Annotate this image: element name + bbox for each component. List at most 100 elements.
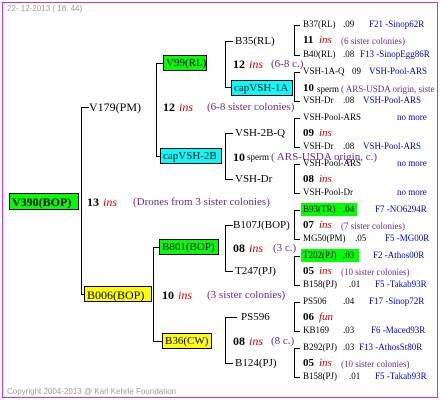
capvsh1a-desc: ( ARS-USDA origin, siste bbox=[341, 84, 435, 94]
b124-ins: ins bbox=[319, 357, 332, 369]
connector bbox=[294, 331, 300, 332]
root-name: V390(BOP) bbox=[12, 195, 72, 209]
b40-name[interactable]: B40(RL) bbox=[303, 50, 336, 59]
vshdr2-name[interactable]: VSH-Dr bbox=[303, 142, 334, 151]
b124-desc: (10 sister colonies) bbox=[341, 359, 410, 369]
connector bbox=[294, 25, 300, 26]
connector bbox=[225, 317, 226, 363]
connector bbox=[225, 225, 233, 226]
kb169-year: .03 bbox=[343, 325, 355, 335]
root-desc: (Drones from 3 sister colonies) bbox=[133, 196, 270, 208]
vshpool2-name[interactable]: VSH-Pool-ARS bbox=[303, 159, 361, 168]
vsh1aq-name[interactable]: VSH-1A-Q bbox=[303, 67, 345, 76]
g1a-year: 12 bbox=[163, 100, 175, 114]
b801-node[interactable]: B801(BOP) bbox=[159, 239, 219, 255]
ps596-ins: fun bbox=[319, 311, 334, 323]
connector bbox=[294, 348, 295, 377]
vshpool1-name[interactable]: VSH-Pool-ARS bbox=[303, 113, 361, 122]
t247-desc: (10 sister colonies) bbox=[341, 267, 410, 277]
b107j-ins: ins bbox=[319, 219, 332, 231]
connector bbox=[225, 41, 226, 87]
ps596-name[interactable]: PS596 bbox=[241, 312, 270, 323]
kb169-ref: F6 -Maced93R bbox=[371, 325, 426, 335]
t247-year: 05 bbox=[303, 265, 314, 277]
ps506-name[interactable]: PS506 bbox=[303, 297, 327, 306]
mg50-year: .05 bbox=[355, 233, 367, 243]
connector bbox=[294, 193, 300, 194]
vshpooldr-ref: no more bbox=[397, 187, 427, 197]
root-year: 13 bbox=[87, 195, 99, 209]
v99-node[interactable]: V99(RL) bbox=[163, 55, 207, 71]
header-timestamp: 22- 12-2013 ( 18: 44) bbox=[7, 4, 83, 13]
connector bbox=[81, 107, 82, 295]
t247-ins: ins bbox=[319, 265, 332, 277]
footer-copyright: Copyright 2004-2013 @ Karl Kehrle Founda… bbox=[7, 387, 177, 396]
b801-ins: ins bbox=[249, 241, 264, 255]
b158b-name[interactable]: B158(PJ) bbox=[303, 372, 337, 381]
b801-year: 08 bbox=[233, 241, 245, 255]
mg50-ref: F5 -MG00R bbox=[385, 233, 430, 243]
connector bbox=[225, 271, 233, 272]
b36-ins: ins bbox=[249, 334, 264, 348]
connector bbox=[294, 164, 295, 193]
connector bbox=[153, 341, 162, 342]
g1b-desc: (3 sister colonies) bbox=[207, 289, 286, 301]
vsh2bq-year: 09 bbox=[303, 127, 314, 139]
b292-year: .03 bbox=[343, 342, 355, 352]
vshdr1-name[interactable]: VSH-Dr bbox=[303, 96, 334, 105]
b158a-name[interactable]: B158(PJ) bbox=[303, 280, 337, 289]
vsh2bq-name[interactable]: VSH-2B-Q bbox=[235, 128, 285, 139]
b292-name[interactable]: B292(PJ) bbox=[303, 343, 337, 352]
mg50-name[interactable]: MG50(PM) bbox=[303, 234, 346, 243]
root-ins: ins bbox=[103, 195, 118, 209]
capvsh1a-node[interactable]: capVSH-1A bbox=[231, 80, 293, 96]
capvsh2b-node[interactable]: capVSH-2B bbox=[160, 148, 222, 164]
b124-name[interactable]: B124(PJ) bbox=[235, 358, 277, 369]
root-node[interactable]: V390(BOP) bbox=[9, 193, 79, 210]
connector bbox=[294, 210, 300, 211]
vshdr-ins: ins bbox=[319, 173, 332, 185]
b292-ref: F13 -AthosSt80R bbox=[359, 342, 423, 352]
b107j-desc: (7 sister colonies) bbox=[341, 221, 405, 231]
b35-child-year: 11 bbox=[303, 34, 314, 46]
b35-name[interactable]: B35(RL) bbox=[235, 36, 275, 47]
connector bbox=[153, 247, 154, 341]
connector bbox=[294, 256, 300, 257]
connector bbox=[294, 302, 295, 331]
vshdr-name[interactable]: VSH-Dr bbox=[235, 174, 272, 185]
b93-ref: F7 -NO6294R bbox=[375, 204, 427, 214]
b107j-name[interactable]: B107J(BOP) bbox=[233, 220, 290, 231]
connector bbox=[294, 101, 300, 102]
b107j-year: 07 bbox=[303, 219, 314, 231]
g1a-name[interactable]: V179(PM) bbox=[89, 101, 141, 113]
connector bbox=[294, 164, 300, 165]
connector bbox=[294, 147, 300, 148]
ps506-ref: F17 -Sinop72R bbox=[369, 296, 425, 306]
b93-name: B93(TR) bbox=[303, 204, 336, 214]
vshdr1-year: .08 bbox=[343, 95, 355, 105]
kb169-name[interactable]: KB169 bbox=[303, 326, 329, 335]
b40-year: .08 bbox=[343, 49, 355, 59]
vsh1aq-ref: VSH-Pool-ARS bbox=[369, 66, 428, 76]
t247-name[interactable]: T247(PJ) bbox=[235, 266, 276, 277]
b36-node[interactable]: B36(CW) bbox=[162, 333, 212, 349]
b93-year: .04 bbox=[343, 204, 355, 214]
v99-name: V99(RL) bbox=[166, 57, 207, 69]
g1b-name: B006(BOP) bbox=[87, 288, 145, 302]
b37-name[interactable]: B37(RL) bbox=[303, 20, 336, 29]
b801-name: B801(BOP) bbox=[162, 241, 215, 253]
vsh2bq-ins: ins bbox=[319, 127, 332, 139]
g1b-node[interactable]: B006(BOP) bbox=[84, 286, 152, 302]
connector bbox=[294, 72, 300, 73]
b36-name: B36(CW) bbox=[165, 335, 209, 347]
b36-year: 08 bbox=[233, 334, 245, 348]
b37-ref: F21 -Sinop62R bbox=[369, 19, 425, 29]
connector bbox=[294, 55, 300, 56]
capvsh2b-name: capVSH-2B bbox=[163, 150, 217, 162]
capvsh1a-year: 10 bbox=[303, 82, 314, 94]
connector bbox=[294, 72, 295, 101]
connector bbox=[225, 225, 226, 271]
connector bbox=[294, 118, 300, 119]
vshpooldr-name[interactable]: VSH-Pool-Dr bbox=[303, 188, 353, 197]
b801-desc: (3 c.) bbox=[273, 242, 297, 254]
